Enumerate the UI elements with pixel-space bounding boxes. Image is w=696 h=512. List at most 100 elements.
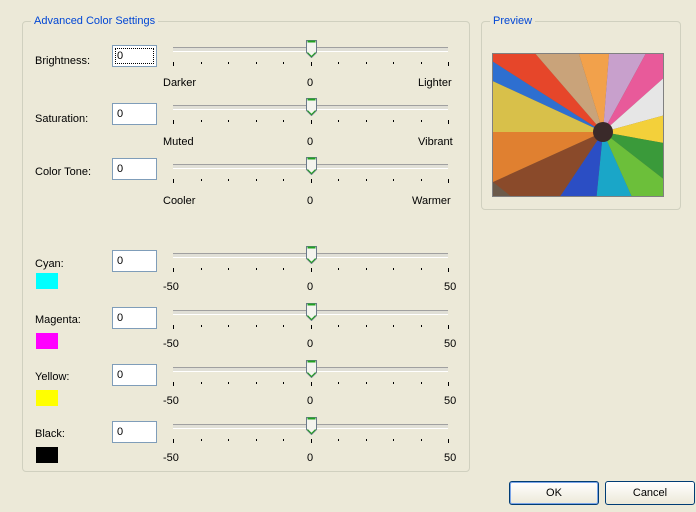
color-tone-slider-thumb[interactable]: [306, 157, 317, 175]
slider-tick: [228, 268, 229, 270]
slider-tick: [448, 62, 449, 66]
slider-tick: [283, 179, 284, 181]
slider-tick: [311, 62, 312, 66]
slider-tick: [393, 439, 394, 441]
cyan-max-label: 50: [444, 281, 457, 293]
slider-tick: [311, 268, 312, 272]
cyan-min-label: -50: [163, 281, 179, 293]
slider-tick: [421, 325, 422, 327]
slider-tick: [228, 325, 229, 327]
slider-tick: [228, 382, 229, 384]
slider-tick: [393, 382, 394, 384]
magenta-slider-thumb[interactable]: [306, 303, 317, 321]
slider-tick: [421, 120, 422, 122]
slider-tick: [366, 439, 367, 441]
yellow-min-label: -50: [163, 395, 179, 407]
slider-tick: [366, 268, 367, 270]
slider-tick: [256, 382, 257, 384]
slider-tick: [256, 62, 257, 64]
slider-tick: [228, 62, 229, 64]
color-tone-field[interactable]: [112, 158, 157, 180]
cancel-button[interactable]: Cancel: [605, 481, 695, 505]
slider-tick: [228, 439, 229, 441]
cyan-field[interactable]: [112, 250, 157, 272]
slider-tick: [173, 382, 174, 386]
brightness-slider-thumb[interactable]: [306, 40, 317, 58]
black-mid-label: 0: [307, 452, 314, 464]
preview-title: Preview: [490, 14, 536, 28]
slider-tick: [201, 382, 202, 384]
slider-tick: [338, 268, 339, 270]
brightness-field[interactable]: [112, 45, 157, 67]
cyan-slider-thumb[interactable]: [306, 246, 317, 264]
yellow-slider-thumb[interactable]: [306, 360, 317, 378]
brightness-max-label: Lighter: [418, 77, 452, 89]
slider-tick: [366, 62, 367, 64]
slider-tick: [256, 439, 257, 441]
slider-tick: [283, 120, 284, 122]
slider-tick: [283, 268, 284, 270]
slider-tick: [256, 179, 257, 181]
slider-tick: [448, 439, 449, 443]
slider-tick: [311, 179, 312, 183]
slider-tick: [421, 382, 422, 384]
ok-button[interactable]: OK: [509, 481, 599, 505]
advanced-color-settings-title: Advanced Color Settings: [31, 14, 159, 28]
black-field[interactable]: [112, 421, 157, 443]
brightness-min-label: Darker: [163, 77, 197, 89]
cyan-swatch: [36, 273, 58, 289]
yellow-swatch: [36, 390, 58, 406]
slider-tick: [173, 120, 174, 124]
slider-tick: [256, 325, 257, 327]
slider-tick: [173, 268, 174, 272]
magenta-field[interactable]: [112, 307, 157, 329]
slider-tick: [393, 325, 394, 327]
slider-tick: [201, 439, 202, 441]
cyan-mid-label: 0: [307, 281, 314, 293]
magenta-max-label: 50: [444, 338, 457, 350]
preview-image: [492, 53, 664, 197]
magenta-label: Magenta:: [35, 314, 81, 326]
slider-tick: [283, 439, 284, 441]
color-tone-min-label: Cooler: [163, 195, 196, 207]
slider-tick: [366, 382, 367, 384]
slider-tick: [393, 179, 394, 181]
slider-tick: [448, 179, 449, 183]
slider-tick: [448, 325, 449, 329]
slider-tick: [228, 120, 229, 122]
magenta-mid-label: 0: [307, 338, 314, 350]
magenta-swatch: [36, 333, 58, 349]
slider-tick: [256, 268, 257, 270]
slider-tick: [421, 268, 422, 270]
slider-tick: [421, 179, 422, 181]
slider-tick: [311, 325, 312, 329]
yellow-field[interactable]: [112, 364, 157, 386]
slider-tick: [338, 179, 339, 181]
yellow-max-label: 50: [444, 395, 457, 407]
slider-tick: [283, 382, 284, 384]
slider-tick: [421, 62, 422, 64]
slider-tick: [201, 268, 202, 270]
advanced-color-settings-group: Advanced Color Settings: [22, 14, 470, 472]
slider-tick: [201, 62, 202, 64]
slider-tick: [366, 179, 367, 181]
slider-tick: [173, 325, 174, 329]
saturation-slider-thumb[interactable]: [306, 98, 317, 116]
slider-tick: [173, 439, 174, 443]
slider-tick: [201, 120, 202, 122]
slider-tick: [366, 325, 367, 327]
slider-tick: [448, 382, 449, 386]
black-max-label: 50: [444, 452, 457, 464]
black-slider-thumb[interactable]: [306, 417, 317, 435]
slider-tick: [421, 439, 422, 441]
slider-tick: [338, 62, 339, 64]
saturation-label: Saturation:: [35, 113, 89, 125]
slider-tick: [338, 382, 339, 384]
slider-tick: [311, 120, 312, 124]
saturation-field[interactable]: [112, 103, 157, 125]
black-min-label: -50: [163, 452, 179, 464]
slider-tick: [283, 325, 284, 327]
slider-tick: [393, 268, 394, 270]
slider-tick: [201, 325, 202, 327]
slider-tick: [201, 179, 202, 181]
